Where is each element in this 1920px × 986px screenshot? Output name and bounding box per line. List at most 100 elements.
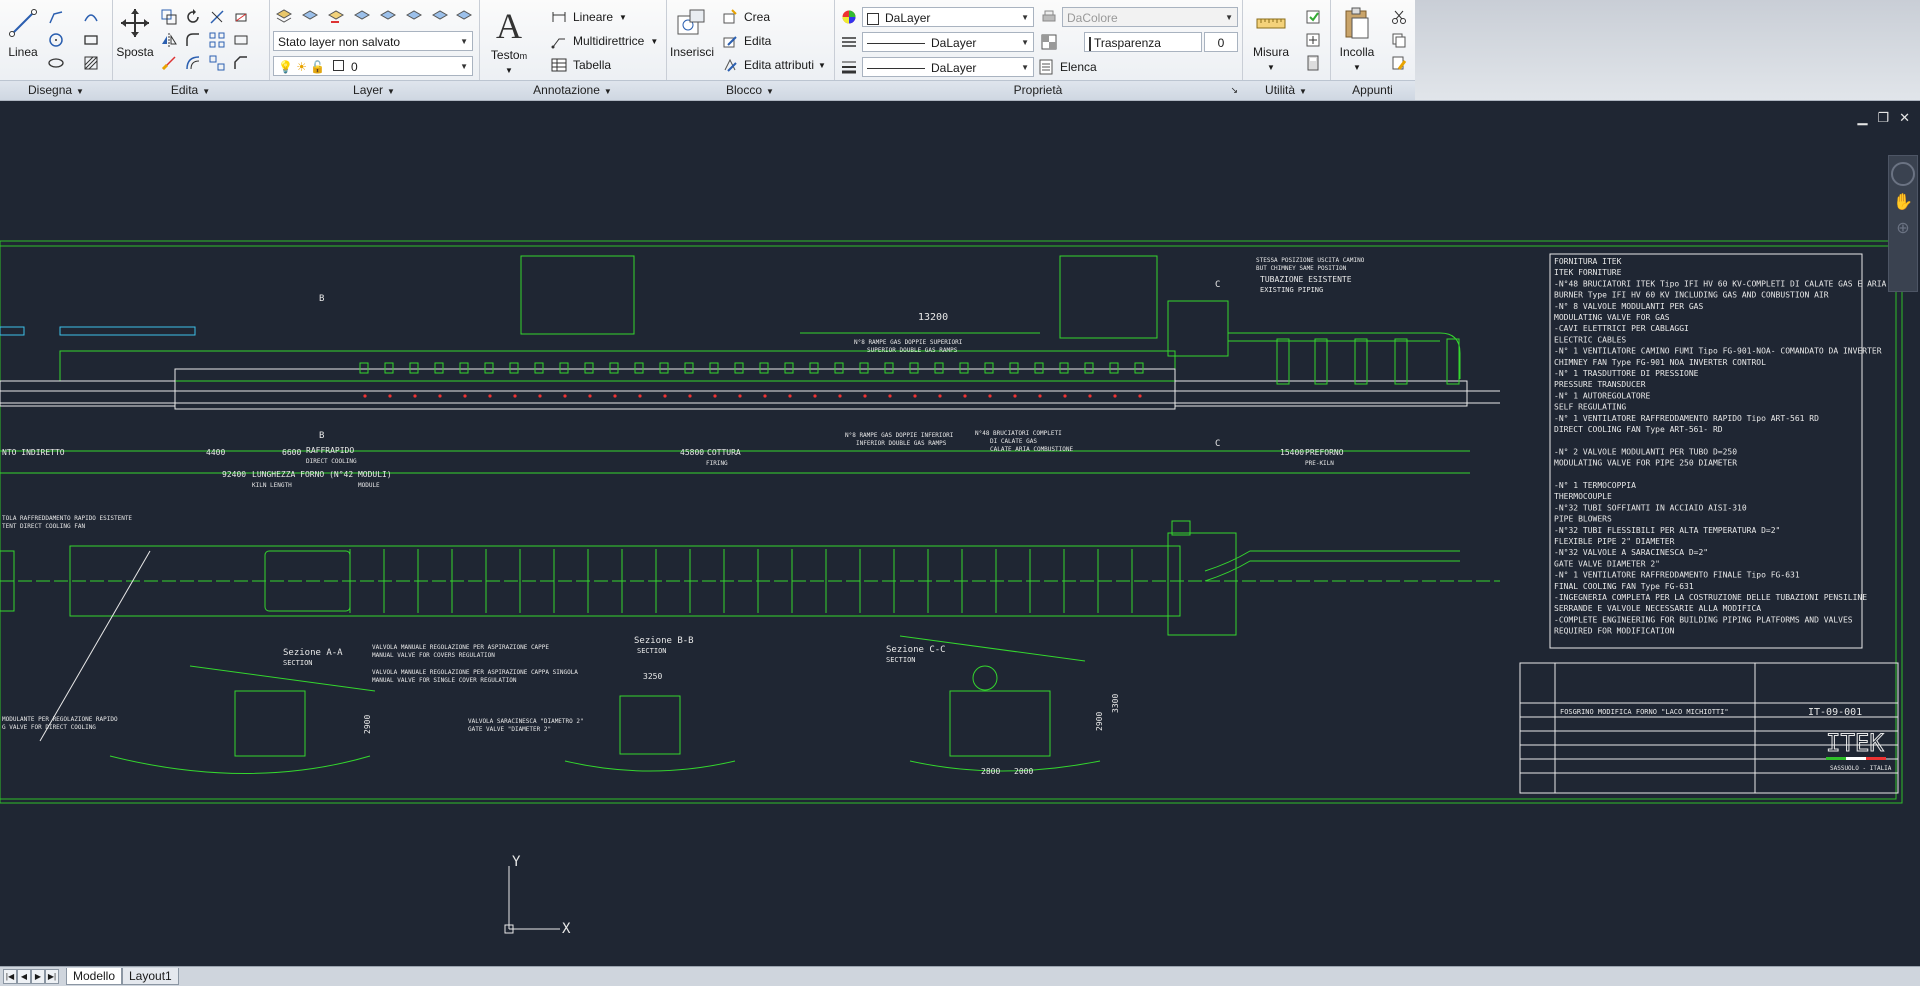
pan-icon[interactable]: ✋	[1889, 192, 1917, 212]
prev-layout-button[interactable]: ◀	[17, 969, 31, 984]
plotstyle-combo[interactable]: DaColore ▼	[1062, 7, 1238, 27]
transparency-slider-handle[interactable]	[1089, 36, 1091, 51]
polyline-button[interactable]	[45, 6, 67, 28]
chamfer-button[interactable]	[230, 52, 252, 74]
panel-draw-title[interactable]: Disegna ▼	[0, 80, 112, 100]
panel-layer-title[interactable]: Layer ▼	[269, 80, 479, 100]
rectangle-button[interactable]	[80, 29, 102, 51]
drawing-canvas[interactable]: 13200 4400 6600 RAFFRAPIDO DIRECT COOLIN…	[0, 101, 1920, 967]
text-button[interactable]: A Testom ▼	[489, 6, 529, 76]
calculator-button[interactable]	[1302, 52, 1324, 74]
copy-button[interactable]	[158, 6, 180, 28]
burner-dot	[563, 394, 567, 398]
burner-mark	[834, 362, 844, 374]
id-point-button[interactable]	[1302, 29, 1324, 51]
panel-annotation-title[interactable]: Annotazione ▼	[479, 80, 666, 100]
note-line: -N° 1 TERMOCOPPIA	[1554, 481, 1636, 490]
burner-mark	[409, 362, 419, 374]
rotate-button[interactable]	[182, 6, 204, 28]
fillet-button[interactable]	[182, 29, 204, 51]
layer-tool-7[interactable]	[429, 6, 451, 28]
move-label: Sposta	[116, 45, 154, 59]
edit-attributes-button[interactable]: Edita attributi ▼	[722, 54, 826, 76]
tag-b-2: B	[319, 431, 324, 441]
copy-clip-button[interactable]	[1388, 29, 1410, 51]
hatch-button[interactable]	[80, 52, 102, 74]
multileader-button[interactable]: Multidirettrice ▼	[551, 30, 658, 52]
current-layer-combo[interactable]: 💡 ☀ 🔓 0 ▼	[273, 56, 473, 76]
layer-state-combo[interactable]: Stato layer non salvato ▼	[273, 31, 473, 51]
insert-button[interactable]: Inserisci	[670, 6, 714, 59]
transparency-value-field[interactable]: 0	[1204, 32, 1238, 52]
layer-tool-2[interactable]	[299, 6, 321, 28]
quick-select-button[interactable]	[1302, 6, 1324, 28]
color-combo[interactable]: DaLayer ▼	[862, 7, 1034, 27]
measure-button[interactable]: Misura ▼	[1250, 6, 1292, 73]
next-layout-button[interactable]: ▶	[31, 969, 45, 984]
panel-properties-title[interactable]: Proprietà ↘	[834, 80, 1242, 100]
layer-tool-4[interactable]	[351, 6, 373, 28]
panel-utilities-title[interactable]: Utilità ▼	[1242, 80, 1330, 100]
transparency-label-field[interactable]: Trasparenza	[1084, 32, 1202, 52]
minimize-icon[interactable]: ▁	[1857, 110, 1867, 126]
edit-block-button[interactable]: Edita	[722, 30, 771, 52]
paste-button[interactable]: Incolla ▼	[1334, 6, 1380, 73]
cut-button[interactable]	[1388, 6, 1410, 28]
list-button[interactable]: Elenca	[1038, 56, 1097, 78]
text-label-sub: m	[519, 51, 528, 61]
navigation-bar[interactable]: ✋ ⊕	[1888, 155, 1918, 292]
layer-previous-icon	[328, 10, 344, 23]
match-prop-button[interactable]	[1388, 52, 1410, 74]
label-stessa-en: BUT CHIMNEY SAME POSITION	[1256, 265, 1347, 272]
zoom-icon[interactable]: ⊕	[1889, 218, 1917, 238]
lineweight-combo[interactable]: DaLayer ▼	[862, 57, 1034, 77]
mirror-button[interactable]	[158, 29, 180, 51]
dialog-launcher-icon[interactable]: ↘	[1230, 81, 1238, 100]
plotstyle-value: DaColore	[1067, 11, 1118, 25]
burner-dot	[1113, 394, 1117, 398]
layer-tool-6[interactable]	[403, 6, 425, 28]
first-layout-button[interactable]: |◀	[3, 969, 17, 984]
label-modulante-en: G VALVE FOR DIRECT COOLING	[2, 724, 96, 731]
restore-icon[interactable]: ❐	[1877, 110, 1889, 126]
ellipse-button[interactable]	[45, 52, 67, 74]
array-button[interactable]	[206, 29, 228, 51]
burner-dot	[413, 394, 417, 398]
table-button[interactable]: Tabella	[551, 54, 611, 76]
panel-block-title[interactable]: Blocco ▼	[666, 80, 834, 100]
label-cottura: COTTURA	[707, 448, 741, 457]
layer-properties-button[interactable]	[273, 6, 295, 28]
chevron-down-icon: ▼	[505, 66, 513, 75]
erase-button[interactable]	[230, 6, 252, 28]
tab-model[interactable]: Modello	[66, 968, 123, 985]
chevron-down-icon: ▼	[202, 87, 211, 96]
close-icon[interactable]: ✕	[1899, 110, 1910, 126]
trim-button[interactable]	[206, 6, 228, 28]
layer-tool-3[interactable]	[325, 6, 347, 28]
steering-wheel-icon[interactable]	[1891, 162, 1915, 186]
line-button[interactable]: Linea	[4, 6, 42, 59]
note-line: FINAL COOLING FAN Type FG-631	[1554, 582, 1694, 591]
circle-button[interactable]	[45, 29, 67, 51]
move-button[interactable]: Sposta	[114, 6, 156, 59]
arc-button[interactable]	[80, 6, 102, 28]
create-block-button[interactable]: Crea	[722, 6, 770, 28]
offset-button[interactable]	[182, 52, 204, 74]
linear-dimension-button[interactable]: Lineare ▼	[551, 6, 627, 28]
mirror-icon	[162, 33, 177, 47]
lineweight-icon-holder	[838, 56, 860, 78]
match-properties-button[interactable]	[838, 6, 860, 28]
explode-button[interactable]	[206, 52, 228, 74]
circle-icon	[49, 33, 63, 47]
panel-modify-title[interactable]: Edita ▼	[112, 80, 269, 100]
layer-tool-5[interactable]	[377, 6, 399, 28]
panel-utilities-title-text: Utilità	[1265, 83, 1296, 97]
last-layout-button[interactable]: ▶|	[45, 969, 59, 984]
burner-mark	[459, 362, 469, 374]
burner-mark	[1034, 362, 1044, 374]
linetype-combo[interactable]: DaLayer ▼	[862, 32, 1034, 52]
layer-tool-8[interactable]	[453, 6, 475, 28]
stretch-button[interactable]	[230, 29, 252, 51]
scale-button[interactable]	[158, 52, 180, 74]
tab-layout1[interactable]: Layout1	[122, 968, 179, 985]
